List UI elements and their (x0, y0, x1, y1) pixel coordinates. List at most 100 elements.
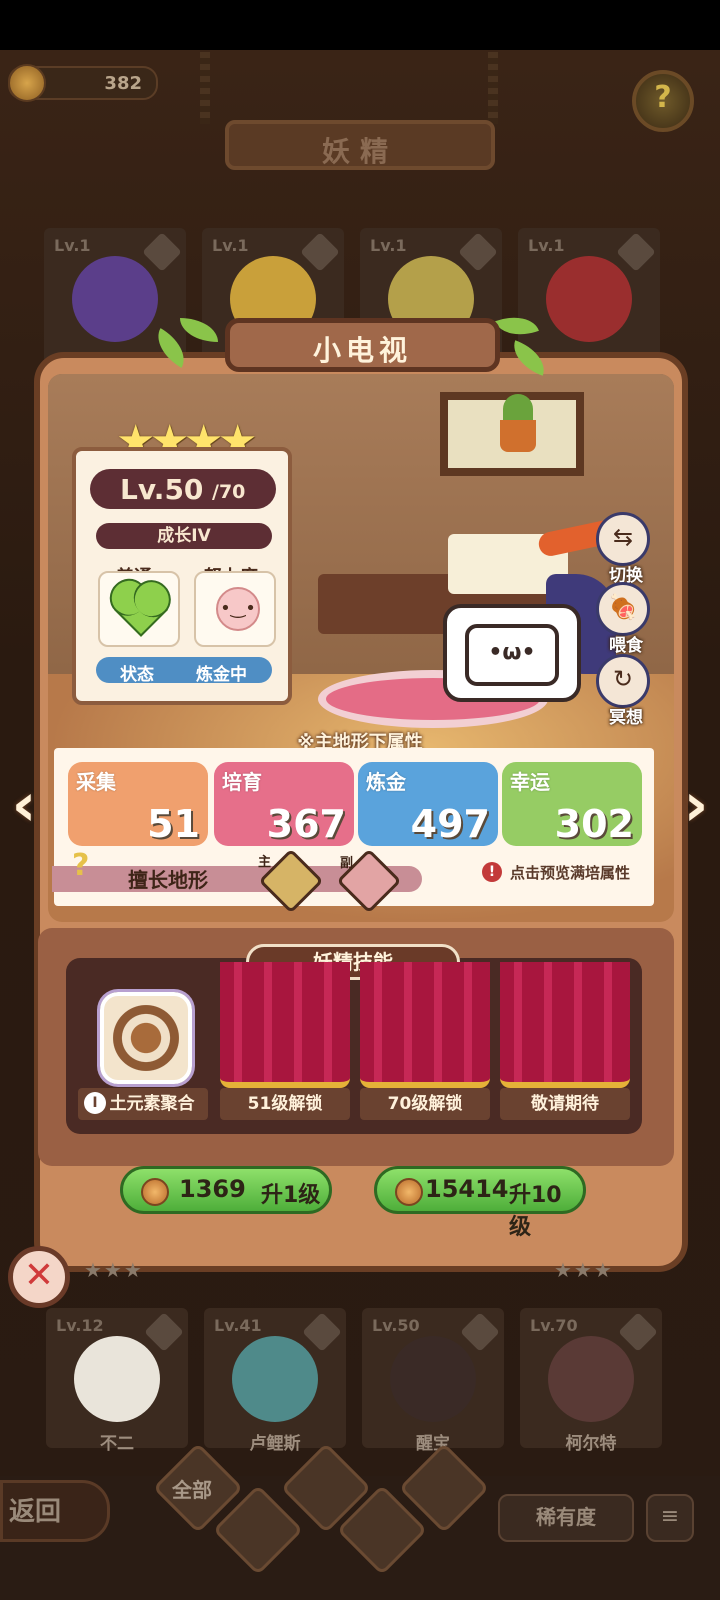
sort-icon[interactable]: ≡ (646, 1494, 694, 1542)
attr-nurture: 培育 367 (214, 762, 354, 846)
terrain-label: 擅长地形 (128, 868, 208, 892)
card-level: Lv.41 (214, 1316, 262, 1335)
skill-rank-badge: I (84, 1092, 106, 1114)
card-name: 醒宝 (416, 1434, 450, 1454)
skill-slot-earth[interactable]: I 土元素聚合 (78, 962, 208, 1122)
feed-button[interactable]: 🍖 喂食 (596, 582, 650, 656)
page-title: 妖精 (321, 135, 398, 168)
effort-face-icon: •‿• (216, 587, 260, 631)
upgrade-label: 升1级 (261, 1183, 321, 1208)
fairy-portrait (232, 1336, 318, 1422)
meditate-label: 冥想 (609, 708, 643, 728)
prev-arrow-icon[interactable]: ‹ (4, 770, 44, 840)
skill-label: 70级解锁 (360, 1088, 490, 1120)
element-icon (144, 1312, 184, 1352)
attr-luck: 幸运 302 (502, 762, 642, 846)
currency-value: 382 (104, 73, 142, 94)
attr-value: 497 (410, 802, 490, 846)
fairy-card[interactable]: Lv.50 醒宝 (362, 1308, 504, 1454)
terrain-help-icon[interactable]: ? (72, 848, 108, 888)
skill-slot-coming-soon[interactable]: 敬请期待 (500, 962, 630, 1122)
status-value: 炼金中 (196, 665, 247, 685)
curtain-icon (500, 962, 630, 1088)
card-level: Lv.1 (370, 236, 407, 255)
element-icon (300, 232, 340, 272)
growth-badge: 成长IV (96, 523, 272, 549)
attr-name: 炼金 (366, 770, 406, 794)
card-level: Lv.1 (212, 236, 249, 255)
rope (200, 52, 210, 124)
skill-slot-locked[interactable]: 51级解锁 (220, 962, 350, 1122)
attr-name: 采集 (76, 770, 116, 794)
effort-box[interactable]: •‿• (194, 571, 276, 647)
filter-all-label: 全部 (172, 1478, 212, 1502)
mood-box[interactable] (98, 571, 180, 647)
close-button[interactable]: ✕ (8, 1246, 70, 1308)
card-stars: ★★★ (554, 1258, 614, 1282)
close-icon: ✕ (23, 1255, 55, 1296)
meditate-button[interactable]: ↻ 冥想 (596, 654, 650, 728)
fairy-card[interactable]: Lv.41 卢鲤斯 (204, 1308, 346, 1454)
skill-label: 敬请期待 (500, 1088, 630, 1120)
element-icon (460, 1312, 500, 1352)
fairy-card[interactable]: Lv.12 不二 (46, 1308, 188, 1454)
fairy-portrait (548, 1336, 634, 1422)
preview-full-link[interactable]: 点击预览满培属性 (510, 862, 630, 883)
status-label: 状态 (120, 665, 154, 685)
help-button[interactable]: ? (632, 70, 694, 132)
coin-icon (141, 1178, 169, 1206)
back-label: 返回 (9, 1497, 62, 1527)
card-level: Lv.1 (54, 236, 91, 255)
coin-icon (8, 64, 46, 102)
fairy-name: 小电视 (312, 334, 412, 367)
fairy-portrait (546, 256, 632, 342)
switch-button[interactable]: ⇆ 切换 (596, 512, 650, 586)
card-level: Lv.70 (530, 1316, 578, 1335)
rarity-sort-button[interactable]: 稀有度 (498, 1494, 634, 1542)
attr-gather: 采集 51 (68, 762, 208, 846)
element-icon (618, 1312, 658, 1352)
question-icon: ? (654, 80, 672, 115)
fairy-portrait (390, 1336, 476, 1422)
tv-face-icon: •ω• (465, 624, 559, 686)
fairy-card[interactable]: Lv.70 柯尔特 (520, 1308, 662, 1454)
attr-name: 幸运 (510, 770, 550, 794)
curtain-icon (220, 962, 350, 1088)
skill-slot-locked[interactable]: 70级解锁 (360, 962, 490, 1122)
upgrade-cost: 15414 (425, 1175, 509, 1203)
skill-label: 51级解锁 (220, 1088, 350, 1120)
upgrade-cost: 1369 (179, 1175, 246, 1203)
fairy-character: •ω• (443, 604, 581, 702)
card-stars: ★★★ (84, 1258, 144, 1282)
element-icon (302, 1312, 342, 1352)
level-pill: Lv.50 /70 (90, 469, 276, 509)
cycle-icon: ↻ (612, 665, 634, 693)
fairy-card[interactable]: Lv.1 (518, 228, 660, 368)
upgrade-10-button[interactable]: 15414 升10级 (374, 1166, 586, 1240)
element-icon (616, 232, 656, 272)
next-arrow-icon[interactable]: › (676, 770, 716, 840)
coin-icon (395, 1178, 423, 1206)
attr-value: 51 (147, 802, 200, 846)
upgrade-1-button[interactable]: 1369 升1级 (120, 1166, 332, 1214)
skill-label-text: 土元素聚合 (109, 1094, 195, 1114)
level-current: Lv.50 (120, 473, 204, 506)
back-button[interactable]: 返回 (0, 1480, 110, 1542)
card-name: 不二 (100, 1434, 134, 1454)
fairy-info-card: Lv.50 /70 成长IV 普通 努力度 •‿• 状态 炼金中 (72, 447, 292, 705)
card-level: Lv.1 (528, 236, 565, 255)
fairy-portrait (72, 256, 158, 342)
main-tag: 主 (258, 855, 272, 870)
card-name: 柯尔特 (565, 1434, 617, 1454)
upgrade-label: 升10级 (509, 1183, 562, 1240)
fairy-portrait (74, 1336, 160, 1422)
attr-name: 培育 (222, 770, 262, 794)
skill-label: I 土元素聚合 (78, 1088, 208, 1120)
card-level: Lv.12 (56, 1316, 104, 1335)
meat-icon: 🍖 (608, 593, 638, 621)
rope (488, 52, 498, 124)
attr-value: 302 (554, 802, 634, 846)
curtain-icon (360, 962, 490, 1088)
card-level: Lv.50 (372, 1316, 420, 1335)
fairy-name-sign: 小电视 (225, 318, 500, 372)
